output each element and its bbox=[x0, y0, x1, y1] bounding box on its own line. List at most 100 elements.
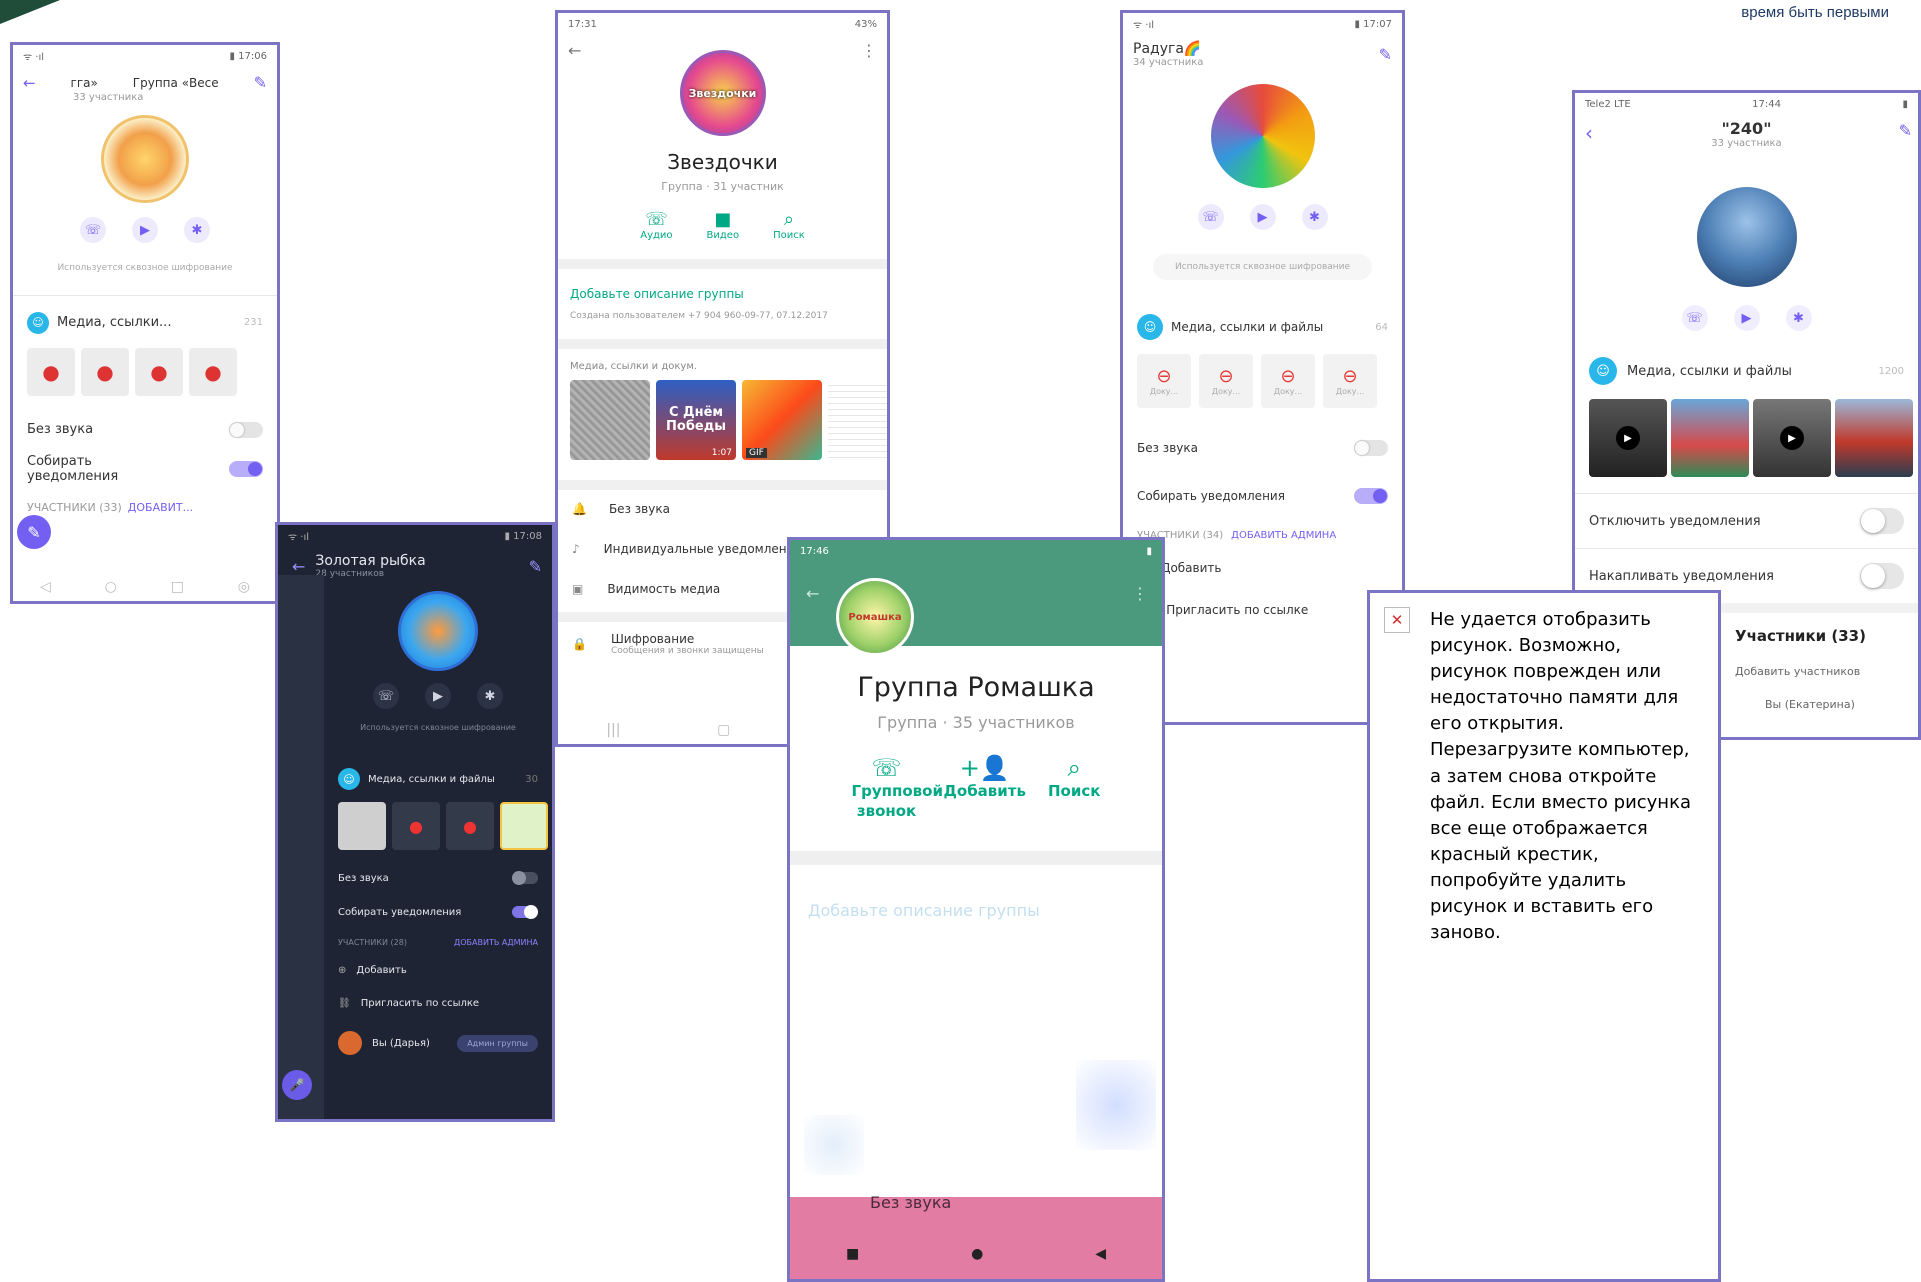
media-thumb[interactable] bbox=[570, 380, 650, 460]
accumulate-toggle[interactable] bbox=[1860, 563, 1904, 589]
media-row[interactable]: ☺ Медиа, ссылки и файлы 1200 bbox=[1575, 357, 1918, 385]
doc-thumb[interactable]: ⊖ Доку... bbox=[1261, 354, 1315, 408]
group-title: Группа «Весе bbox=[132, 75, 219, 90]
add-admin-link[interactable]: ДОБАВИТЬ АДМИНА bbox=[1231, 530, 1336, 541]
back-arrow-icon[interactable]: ← bbox=[568, 41, 581, 60]
doc-thumb[interactable]: ⊖ Доку... bbox=[1199, 354, 1253, 408]
call-icon[interactable]: ☏ bbox=[80, 217, 106, 243]
add-member-row[interactable]: ⊕ Добавить bbox=[324, 965, 552, 976]
media-thumb[interactable]: ● bbox=[392, 802, 440, 850]
media-thumb[interactable] bbox=[338, 802, 386, 850]
video-thumb-icon: ● bbox=[463, 816, 477, 836]
media-row[interactable]: ☺ Медиа, ссылки и файлы 64 bbox=[1123, 314, 1402, 340]
media-row[interactable]: ☺ Медиа, ссылки... 231 bbox=[13, 311, 277, 334]
call-icon[interactable]: ☏ bbox=[1197, 204, 1224, 230]
mute-row[interactable]: Без звука bbox=[13, 421, 277, 438]
status-signal: ᯤ ‧ıl bbox=[288, 532, 310, 543]
nav-recents-button[interactable]: ■ bbox=[846, 1246, 859, 1262]
paw-icon[interactable]: ✱ bbox=[1785, 305, 1812, 331]
add-description-link[interactable]: Добавьте описание группы bbox=[558, 269, 887, 301]
photo-thumb[interactable] bbox=[1835, 399, 1913, 477]
back-arrow-icon[interactable]: ← bbox=[806, 584, 819, 603]
media-thumb-document[interactable] bbox=[828, 380, 887, 460]
video-icon[interactable]: ▶ bbox=[425, 683, 451, 709]
mute-label: Без звука bbox=[870, 1193, 952, 1212]
call-icon[interactable]: ☏ bbox=[1681, 305, 1708, 331]
media-thumb[interactable] bbox=[500, 802, 548, 850]
setting-mute[interactable]: 🔔 Без звука bbox=[558, 502, 887, 516]
nav-home-button[interactable]: ● bbox=[971, 1246, 983, 1262]
search-label: Поиск bbox=[773, 230, 805, 241]
media-thumb[interactable]: ● bbox=[27, 347, 75, 396]
media-thumb[interactable]: ● bbox=[446, 802, 494, 850]
photo-thumb[interactable] bbox=[1671, 399, 1749, 477]
group-subtitle: 33 участника bbox=[73, 92, 144, 103]
media-row[interactable]: ☺ Медиа, ссылки и файлы 30 bbox=[324, 768, 552, 790]
invite-row[interactable]: ⛓ Пригласить по ссылке bbox=[324, 998, 552, 1009]
mute-toggle[interactable] bbox=[512, 871, 538, 885]
media-thumb[interactable]: ● bbox=[135, 347, 183, 396]
doc-thumb[interactable]: ⊖ Доку... bbox=[1323, 354, 1377, 408]
member-row[interactable]: Вы (Дарья) Админ группы bbox=[324, 1031, 552, 1055]
mute-row[interactable]: Без звука bbox=[1123, 440, 1402, 456]
video-icon[interactable]: ▶ bbox=[1733, 305, 1760, 331]
video-icon[interactable]: ▶ bbox=[132, 217, 158, 243]
search-action[interactable]: ⌕ Поиск bbox=[773, 209, 805, 241]
video-action[interactable]: ■ Видео bbox=[707, 209, 740, 241]
audio-action[interactable]: ☏ Аудио bbox=[640, 209, 672, 241]
call-icon[interactable]: ☏ bbox=[373, 683, 399, 709]
paw-icon[interactable]: ✱ bbox=[1301, 204, 1328, 230]
search-action[interactable]: ⌕ Поиск bbox=[1048, 754, 1100, 821]
add-admin-link[interactable]: ДОБАВИТЬ АДМИНА bbox=[454, 938, 538, 947]
edit-icon[interactable]: ✎ bbox=[1899, 121, 1912, 140]
add-member-action[interactable]: +👤 Добавить bbox=[944, 754, 1026, 821]
back-arrow-icon[interactable]: ← bbox=[23, 74, 36, 92]
compose-fab[interactable]: ✎ bbox=[17, 515, 51, 549]
collect-row[interactable]: Собирать уведомления bbox=[324, 905, 552, 919]
broken-image-placeholder: ✕ Не удается отобразить рисунок. Возможн… bbox=[1367, 590, 1721, 1282]
compose-fab[interactable]: 🎤 bbox=[282, 1070, 312, 1100]
collect-toggle[interactable] bbox=[229, 461, 263, 478]
collect-row[interactable]: Собирать уведомления bbox=[1123, 488, 1402, 504]
collect-row[interactable]: Собирать уведомления bbox=[13, 454, 277, 485]
disable-toggle[interactable] bbox=[1860, 508, 1904, 534]
back-arrow-icon[interactable]: ‹ bbox=[1585, 121, 1593, 145]
edit-icon[interactable]: ✎ bbox=[254, 73, 267, 92]
group-call-action[interactable]: ☏ Групповой звонок bbox=[852, 754, 943, 821]
media-label: Медиа, ссылки... bbox=[57, 315, 172, 331]
video-thumb[interactable]: ▶ bbox=[1589, 399, 1667, 477]
disable-notifications-row[interactable]: Отключить уведомления bbox=[1575, 494, 1918, 548]
paw-icon[interactable]: ✱ bbox=[184, 217, 210, 243]
edit-icon[interactable]: ✎ bbox=[1379, 45, 1392, 64]
media-thumb-gif[interactable]: GIF bbox=[742, 380, 822, 460]
nav-back-button[interactable]: ◀ bbox=[1095, 1246, 1106, 1262]
collect-toggle[interactable] bbox=[1354, 488, 1388, 504]
accumulate-label: Накапливать уведомления bbox=[1589, 568, 1774, 584]
add-member-link[interactable]: ДОБАВИТ... bbox=[128, 501, 193, 514]
more-menu-icon[interactable]: ⋮ bbox=[861, 41, 877, 60]
background-chat-strip bbox=[278, 575, 324, 1119]
link-icon: ⛓ bbox=[338, 998, 351, 1009]
video-icon[interactable]: ▶ bbox=[1249, 204, 1276, 230]
invite-label: Пригласить по ссылке bbox=[1166, 603, 1309, 617]
add-description-link[interactable]: Добавьте описание группы bbox=[790, 865, 1162, 920]
media-thumb[interactable]: ● bbox=[189, 347, 237, 396]
media-label[interactable]: Медиа, ссылки и докум. bbox=[558, 349, 887, 380]
media-thumb-victory-day[interactable]: С Днём Победы 1:07 bbox=[656, 380, 736, 460]
more-menu-icon[interactable]: ⋮ bbox=[1132, 584, 1148, 603]
android-nav: ◁ ○ □ ◎ bbox=[39, 579, 251, 595]
screenshot-romashka: 17:46 ▮ ← ⋮ Ромашка Группа Ромашка Группа… bbox=[787, 537, 1165, 1282]
doc-thumb[interactable]: ⊖ Доку... bbox=[1137, 354, 1191, 408]
video-thumb[interactable]: ▶ bbox=[1753, 399, 1831, 477]
mute-toggle[interactable] bbox=[1354, 440, 1388, 456]
mute-toggle[interactable] bbox=[229, 421, 263, 438]
collect-toggle[interactable] bbox=[512, 905, 538, 919]
edit-icon[interactable]: ✎ bbox=[529, 557, 542, 576]
media-thumb[interactable]: ● bbox=[81, 347, 129, 396]
doc-icon: ⊖ bbox=[1218, 366, 1234, 387]
mute-row[interactable]: Без звука bbox=[324, 871, 552, 885]
paw-icon[interactable]: ✱ bbox=[477, 683, 503, 709]
thumb-caption: С Днём Победы bbox=[666, 404, 726, 434]
add-call-icon: ☏ bbox=[871, 754, 902, 782]
back-arrow-icon[interactable]: ← bbox=[292, 557, 305, 576]
